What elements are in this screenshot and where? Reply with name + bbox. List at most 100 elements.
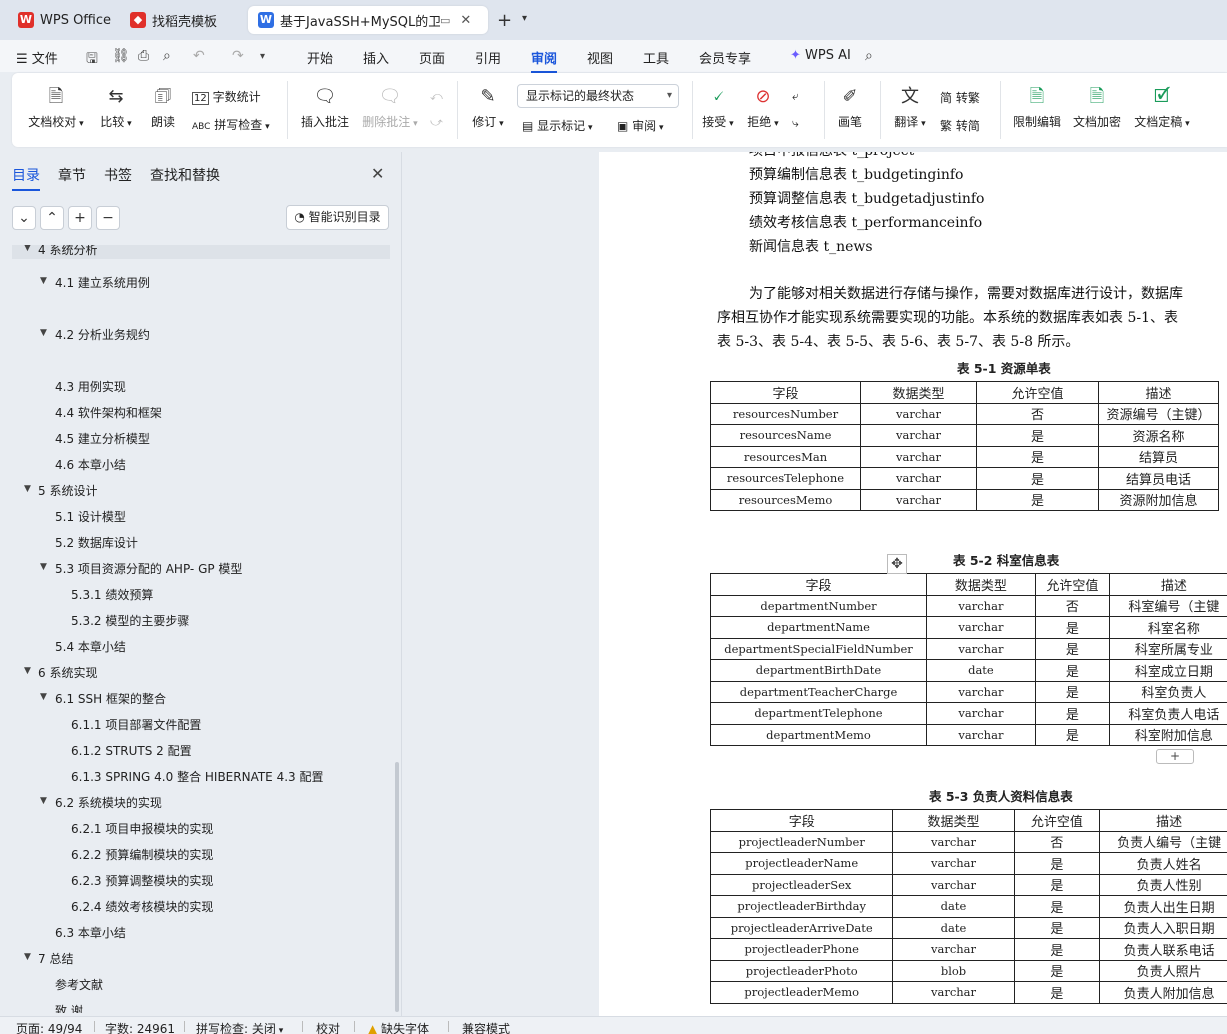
table-cell[interactable]: resourcesMemo (710, 488, 861, 511)
toc-item[interactable]: 4 系统分析 (38, 245, 97, 258)
toc-collapse-arrow-icon[interactable]: ▼ (40, 328, 47, 338)
menu-review[interactable]: 审阅 (531, 48, 558, 73)
toc-item[interactable]: 6.2.2 预算编制模块的实现 (71, 846, 213, 863)
table-cell[interactable]: varchar (892, 938, 1015, 961)
table-cell[interactable]: varchar (860, 488, 977, 511)
table-cell[interactable]: projectleaderArriveDate (709, 916, 894, 939)
table-cell[interactable]: date (892, 916, 1015, 939)
table-move-handle-icon[interactable]: ✥ (887, 554, 907, 574)
accept-button[interactable]: 🗸 接受 ▾ (700, 85, 736, 130)
menu-wps-ai[interactable]: ✦ WPS AI (790, 48, 851, 63)
restrict-edit-button[interactable]: 🗎 限制编辑 (1012, 85, 1062, 130)
table-header-cell[interactable]: 允许空值 (1034, 573, 1110, 596)
toc-item[interactable]: 6.2.4 绩效考核模块的实现 (71, 898, 213, 915)
print-icon[interactable]: ⎙ (138, 48, 149, 64)
expand-icon[interactable]: ⌃ (40, 206, 64, 230)
menu-file[interactable]: ☰ 文件 (16, 48, 58, 67)
toc-item[interactable]: 6.1.3 SPRING 4.0 整合 HIBERNATE 4.3 配置 (71, 768, 323, 785)
table-cell[interactable]: 科室所属专业 (1108, 637, 1227, 660)
tab-docer[interactable]: ◆ 找稻壳模板 (120, 6, 227, 34)
table-cell[interactable]: varchar (860, 467, 977, 490)
table-cell[interactable]: blob (892, 959, 1015, 982)
toc-item[interactable]: 5.4 本章小结 (55, 638, 126, 655)
table-cell[interactable]: varchar (860, 424, 977, 447)
encrypt-button[interactable]: 🗎 文档加密 (1072, 85, 1122, 130)
menu-page[interactable]: 页面 (419, 48, 445, 67)
new-tab-icon[interactable]: + (497, 10, 512, 31)
table-header-cell[interactable]: 描述 (1099, 809, 1227, 832)
redo-icon[interactable]: ↷ (232, 48, 244, 64)
table-cell[interactable]: resourcesNumber (710, 402, 861, 425)
table-cell[interactable]: projectleaderNumber (709, 830, 894, 853)
toc-collapse-arrow-icon[interactable]: ▼ (40, 692, 47, 702)
add-heading-icon[interactable]: + (68, 206, 92, 230)
more-icon[interactable]: ▾ (260, 51, 265, 62)
save-icon[interactable]: 🖫 (86, 48, 98, 72)
table-cell[interactable]: varchar (860, 445, 977, 468)
ink-button[interactable]: ✐ 画笔 (835, 85, 865, 130)
table-cell[interactable]: 是 (1013, 981, 1101, 1004)
word-count[interactable]: 字数: 24961 (105, 1020, 175, 1034)
toc-item[interactable]: 4.2 分析业务规约 (55, 326, 150, 343)
table-cell[interactable]: 科室附加信息 (1108, 723, 1227, 746)
toc-collapse-arrow-icon[interactable]: ▼ (40, 796, 47, 806)
spell-check-status[interactable]: 拼写检查: 关闭 ▾ (196, 1020, 283, 1034)
toc-item[interactable]: 6.2.1 项目申报模块的实现 (71, 820, 213, 837)
table-header-cell[interactable]: 字段 (710, 381, 861, 404)
toc-item[interactable]: 4.4 软件架构和框架 (55, 404, 162, 421)
close-icon[interactable]: ✕ (371, 164, 384, 183)
table-header-cell[interactable]: 允许空值 (1013, 809, 1101, 832)
markup-state-select[interactable]: 显示标记的最终状态 ▾ (517, 84, 679, 108)
toc-collapse-arrow-icon[interactable]: ▼ (24, 484, 31, 494)
table-cell[interactable]: varchar (926, 637, 1036, 660)
table-cell[interactable]: varchar (892, 830, 1015, 853)
insert-comment-button[interactable]: 🗨 插入批注 (297, 85, 353, 130)
table-cell[interactable]: 负责人入职日期 (1099, 916, 1227, 939)
toc-item[interactable]: 7 总结 (38, 950, 73, 967)
toc-collapse-arrow-icon[interactable]: ▼ (40, 562, 47, 572)
table-cell[interactable]: 是 (1013, 959, 1101, 982)
next-change-icon[interactable]: ⤷ (792, 116, 799, 131)
table-cell[interactable]: 科室成立日期 (1108, 659, 1227, 682)
table-cell[interactable]: 是 (1013, 916, 1101, 939)
table-cell[interactable]: 是 (1034, 702, 1110, 725)
table-cell[interactable]: 是 (976, 424, 1099, 447)
table-cell[interactable]: projectleaderPhoto (709, 959, 894, 982)
table-cell[interactable]: resourcesName (710, 424, 861, 447)
tab-document[interactable]: W 基于JavaSSH+MySQL的卫生 ▭ ✕ (248, 6, 488, 34)
toc-item[interactable]: 4.5 建立分析模型 (55, 430, 150, 447)
table-header-cell[interactable]: 字段 (709, 809, 894, 832)
table-cell[interactable]: 结算员 (1098, 445, 1219, 468)
table-header-cell[interactable]: 描述 (1098, 381, 1219, 404)
toc-item[interactable]: 5 系统设计 (38, 482, 97, 499)
table-cell[interactable]: 资源名称 (1098, 424, 1219, 447)
table-cell[interactable]: varchar (926, 702, 1036, 725)
page-indicator[interactable]: 页面: 49/94 (16, 1020, 82, 1034)
close-tab-icon[interactable]: ✕ (460, 13, 471, 28)
toc-item[interactable]: 4.3 用例实现 (55, 378, 126, 395)
smart-toc-button[interactable]: ◔ 智能识别目录 (286, 205, 389, 230)
table-cell[interactable]: projectleaderMemo (709, 981, 894, 1004)
table-cell[interactable]: projectleaderName (709, 852, 894, 875)
table-cell[interactable]: 是 (1034, 637, 1110, 660)
toc-collapse-arrow-icon[interactable]: ▼ (24, 245, 31, 253)
table-cell[interactable]: departmentSpecialFieldNumber (709, 637, 928, 660)
compare-button[interactable]: ⇆ 比较 ▾ (96, 85, 136, 130)
table-cell[interactable]: 是 (1013, 873, 1101, 896)
toc-item[interactable]: 参考文献 (55, 976, 103, 993)
table-cell[interactable]: varchar (926, 680, 1036, 703)
collapse-icon[interactable]: ⌄ (12, 206, 36, 230)
table-cell[interactable]: 是 (1034, 723, 1110, 746)
table-cell[interactable]: 是 (1013, 852, 1101, 875)
toc-item[interactable]: 5.3.1 绩效预算 (71, 586, 153, 603)
menu-member[interactable]: 会员专享 (699, 48, 751, 67)
missing-font-status[interactable]: ▲ 缺失字体 (368, 1020, 429, 1034)
table-cell[interactable]: 是 (1013, 938, 1101, 961)
toc-item[interactable]: 6.2.3 预算调整模块的实现 (71, 872, 213, 889)
table-cell[interactable]: date (926, 659, 1036, 682)
table-cell[interactable]: 结算员电话 (1098, 467, 1219, 490)
menu-start[interactable]: 开始 (307, 48, 333, 67)
toc-collapse-arrow-icon[interactable]: ▼ (40, 276, 47, 286)
toc-item[interactable]: 6.1.1 项目部署文件配置 (71, 716, 201, 733)
toc-item[interactable]: 致 谢 (55, 1002, 83, 1013)
